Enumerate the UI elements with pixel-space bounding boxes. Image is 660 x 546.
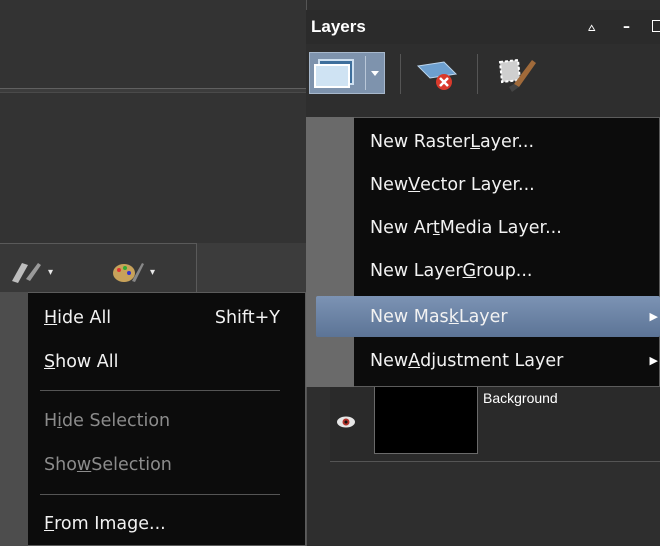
menu-item-new-adjustment-layer[interactable]: New Adjustment Layer ▶ <box>356 340 660 381</box>
menu-item-show-selection[interactable]: Sho w Selection <box>28 445 306 485</box>
brush-icon <box>12 263 41 283</box>
delete-layer-icon <box>416 61 458 90</box>
menu-item-mnemonic: S <box>44 352 56 372</box>
menu-item-hide-all[interactable]: Hide All Shift+Y <box>28 298 306 338</box>
menu-item-label: New Layer <box>370 260 463 281</box>
layer-mask-brush-button[interactable] <box>492 54 542 94</box>
menu-item-mnemonic: t <box>432 217 440 238</box>
menu-item-label: djustment Layer <box>420 350 564 371</box>
mask-brush-icon <box>498 58 536 92</box>
menu-item-label: New Mas <box>370 306 449 327</box>
menu-separator <box>40 390 280 391</box>
menu-item-new-art-media-layer[interactable]: New Ar t Media Layer... <box>356 207 660 248</box>
menu-item-mnemonic: G <box>462 260 477 281</box>
menu-item-shortcut: Shift+Y <box>214 308 280 328</box>
brush-tool-button[interactable]: ▾ <box>8 258 68 286</box>
menu-item-label: rom Image... <box>54 514 166 534</box>
layer-thumbnail[interactable] <box>374 380 478 454</box>
menu-item-label: de Selection <box>62 411 171 431</box>
menu-item-label: Layer <box>458 306 508 327</box>
chevron-down-icon: ▾ <box>48 266 54 278</box>
menu-item-label: roup... <box>476 260 533 281</box>
menu-item-mnemonic: V <box>408 174 421 195</box>
art-brush-tool-button[interactable]: ▾ <box>110 258 170 286</box>
menu-item-label: ector Layer... <box>420 174 535 195</box>
chevron-right-icon: ▶ <box>649 354 658 367</box>
menu-item-label: ide All <box>57 308 112 328</box>
workspace-band <box>0 93 306 243</box>
menu-item-show-all[interactable]: Show All <box>28 342 306 382</box>
chevron-down-icon <box>371 71 379 76</box>
menu-item-mnemonic: A <box>408 350 421 371</box>
menu-item-new-layer-group[interactable]: New Layer Group... <box>356 250 660 291</box>
menu-item-label: Sho <box>44 455 77 475</box>
menu-item-label: how All <box>55 352 119 372</box>
menu-icon-gutter <box>306 117 354 387</box>
menu-item-label: New <box>370 350 409 371</box>
menu-item-label: Selection <box>91 455 172 475</box>
menu-item-from-image[interactable]: From Image... <box>28 504 306 544</box>
minimize-icon[interactable]: – <box>623 19 630 35</box>
menu-item-mnemonic: F <box>44 514 55 534</box>
menu-item-new-mask-layer[interactable]: New Mas k Layer ▶ <box>316 296 660 337</box>
new-layer-icon[interactable] <box>311 56 361 90</box>
toolbar-separator <box>477 54 478 94</box>
menu-item-label: Media Layer... <box>439 217 562 238</box>
menu-item-mnemonic: L <box>470 131 480 152</box>
chevron-down-icon: ▾ <box>150 266 156 278</box>
menu-item-new-raster-layer[interactable]: New Raster Layer... <box>356 121 660 162</box>
menu-item-mnemonic: w <box>76 455 92 475</box>
delete-layer-button[interactable] <box>414 56 464 94</box>
menu-item-label: New <box>370 174 409 195</box>
menu-item-label: ayer... <box>479 131 535 152</box>
new-layer-dropdown-button[interactable] <box>365 56 384 90</box>
menu-item-new-vector-layer[interactable]: New Vector Layer... <box>356 164 660 205</box>
menu-item-label: New Ar <box>370 217 433 238</box>
menu-item-mnemonic: H <box>44 308 58 328</box>
palette-brush-icon <box>113 263 144 282</box>
pin-icon[interactable]: ⩟ <box>588 20 595 35</box>
panel-title: Layers <box>311 17 366 36</box>
menu-separator <box>40 494 280 495</box>
workspace-top-area <box>0 0 306 89</box>
eye-icon[interactable] <box>336 414 356 428</box>
menu-item-label: New Raster <box>370 131 471 152</box>
restore-icon[interactable] <box>652 20 660 32</box>
menu-item-hide-selection[interactable]: Hi de Selection <box>28 401 306 441</box>
chevron-right-icon: ▶ <box>649 310 658 323</box>
menu-icon-gutter <box>0 292 28 546</box>
menu-item-label: H <box>44 411 58 431</box>
menu-item-mnemonic: k <box>448 306 459 327</box>
toolbar-separator <box>400 54 401 94</box>
layer-name[interactable]: Background <box>483 390 558 406</box>
